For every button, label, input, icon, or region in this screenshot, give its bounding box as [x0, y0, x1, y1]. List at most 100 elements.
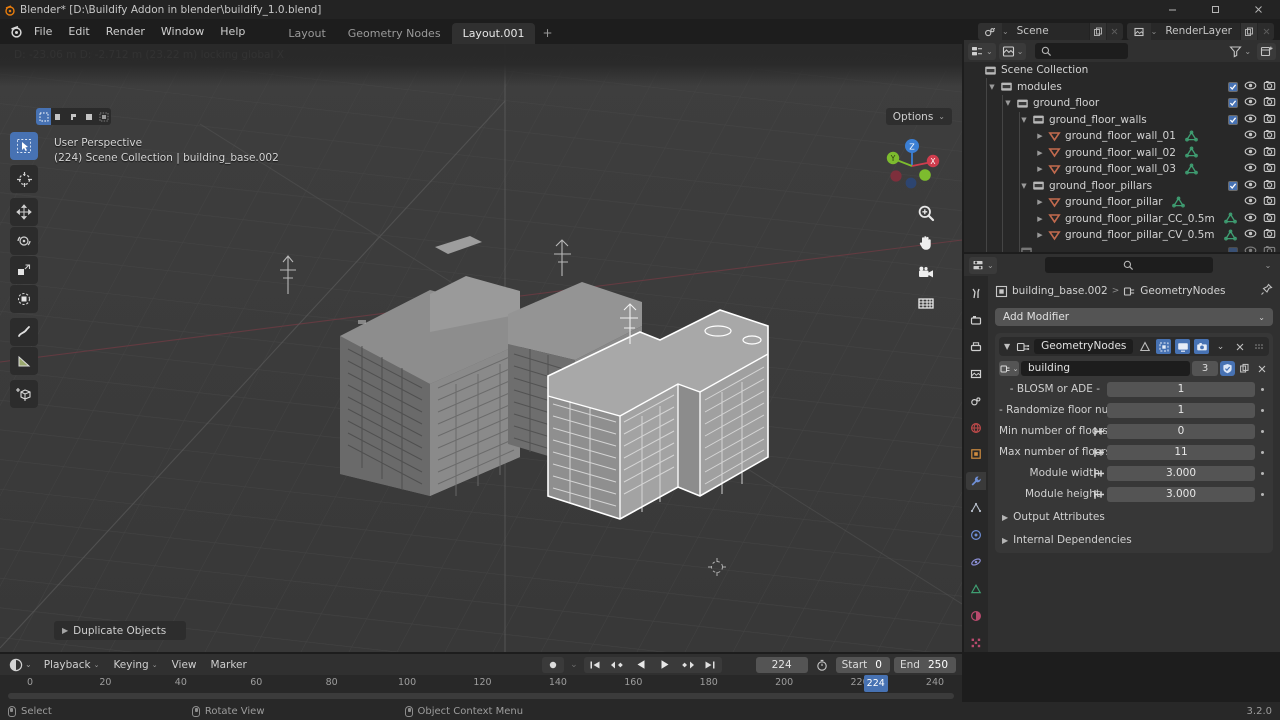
mesh-data-icon[interactable]	[1184, 146, 1200, 159]
modifier-section[interactable]: ▶ Internal Dependencies	[999, 531, 1269, 549]
maximize-button[interactable]	[1194, 0, 1237, 19]
modifier-tab[interactable]	[966, 472, 986, 491]
modifier-extras-dropdown[interactable]: ⌄	[1213, 339, 1228, 354]
annotate-tool[interactable]	[10, 318, 38, 346]
outliner-display-mode-dropdown[interactable]: ⌄	[968, 42, 996, 60]
disclosure-triangle[interactable]: ▼	[1002, 99, 1014, 107]
disable-in-renders-icon[interactable]	[1263, 79, 1276, 95]
tweak-select-icon[interactable]	[36, 108, 51, 125]
outliner-row[interactable]: ▼ ground_floor_pillars	[964, 178, 1280, 195]
hide-in-viewport-icon[interactable]	[1244, 244, 1257, 252]
edit-mode-display-toggle[interactable]	[1137, 339, 1152, 354]
timeline-editor[interactable]: ⌄ Playback ⌄ Keying ⌄ View Marker ⌄ 224 …	[0, 654, 962, 702]
disable-in-renders-icon[interactable]	[1263, 161, 1276, 177]
new-viewlayer-button[interactable]	[1240, 23, 1257, 40]
start-frame-field[interactable]: Start 0	[835, 656, 890, 673]
modifier-input-field[interactable]: 1	[1107, 402, 1255, 418]
animate-property-button[interactable]	[1255, 408, 1269, 412]
particles-tab[interactable]	[966, 499, 986, 517]
add-modifier-button[interactable]: Add Modifier ⌄	[995, 308, 1273, 326]
outliner-row-label[interactable]: ground_floor_wall_02	[1062, 147, 1176, 159]
modifier-header[interactable]: ▼ GeometryNodes ⌄	[999, 337, 1269, 356]
lasso-select-icon[interactable]	[66, 108, 81, 125]
modifier-input-field[interactable]: 11	[1094, 444, 1255, 460]
mesh-data-icon[interactable]	[1171, 196, 1187, 209]
properties-options-chevron[interactable]: ⌄	[1261, 261, 1275, 270]
workspace-tab-geometry-nodes[interactable]: Geometry Nodes	[337, 23, 452, 44]
outliner-row-label[interactable]: ground_floor_pillar_CC_0.5m	[1062, 213, 1215, 225]
remove-viewlayer-button[interactable]	[1257, 23, 1274, 40]
animate-property-button[interactable]	[1255, 450, 1269, 454]
object-data-tab[interactable]	[966, 580, 986, 598]
end-frame-field[interactable]: End 250	[893, 656, 956, 673]
scene-datablock[interactable]: ⌄ Scene	[977, 23, 1123, 40]
auto-keyframe-toggle[interactable]	[542, 656, 565, 673]
on-cage-toggle[interactable]	[1156, 339, 1171, 354]
animate-property-button[interactable]	[1255, 492, 1269, 496]
timeline-editor-type-button[interactable]: ⌄	[6, 656, 35, 673]
node-group-name-field[interactable]: building	[1021, 361, 1190, 376]
disable-in-renders-icon[interactable]	[1263, 95, 1276, 111]
animate-property-button[interactable]	[1255, 429, 1269, 433]
outliner-search-input[interactable]	[1035, 43, 1128, 59]
jump-prev-keyframe-icon[interactable]	[607, 657, 630, 673]
current-frame-field[interactable]: 224	[755, 656, 808, 673]
workspace-tab-layout[interactable]: Layout	[277, 23, 336, 44]
tool-tab[interactable]	[966, 284, 986, 302]
modifier-input-field[interactable]: 3.000	[1094, 465, 1255, 481]
object-tab[interactable]	[966, 446, 986, 464]
minimize-button[interactable]	[1151, 0, 1194, 19]
hide-in-viewport-icon[interactable]	[1244, 112, 1257, 128]
disclosure-triangle[interactable]: ▶	[1034, 149, 1046, 157]
view-layer-tab[interactable]	[966, 365, 986, 383]
hide-in-viewport-icon[interactable]	[1244, 161, 1257, 177]
modifier-section[interactable]: ▶ Output Attributes	[999, 508, 1269, 526]
render-display-toggle[interactable]	[1194, 339, 1209, 354]
animate-property-button[interactable]	[1255, 471, 1269, 475]
outliner-row-label[interactable]: ground_floor_walls	[1046, 114, 1147, 126]
node-group-users-count[interactable]: 3	[1192, 361, 1218, 376]
jump-to-end-icon[interactable]	[699, 657, 722, 673]
material-tab[interactable]	[966, 607, 986, 625]
scale-tool[interactable]	[10, 256, 38, 284]
tweak-tool[interactable]	[10, 132, 38, 160]
extend-select-icon[interactable]	[96, 108, 111, 125]
texture-tab[interactable]	[966, 634, 986, 652]
outliner-row[interactable]: ▶ ground_floor_pillar_CV_0.5m	[964, 227, 1280, 244]
outliner-row[interactable]: ▶ ground_floor_wall_01	[964, 128, 1280, 145]
disclosure-triangle[interactable]: ▶	[1034, 231, 1046, 239]
menu-help[interactable]: Help	[212, 23, 253, 41]
outliner-row-label[interactable]: modules	[1014, 81, 1062, 93]
box-select-icon[interactable]	[51, 108, 66, 125]
unlink-scene-button[interactable]	[1105, 23, 1123, 40]
outliner-row-label[interactable]: ground_floor	[1030, 97, 1099, 109]
modifier-name-field[interactable]: GeometryNodes	[1034, 339, 1133, 354]
viewlayer-datablock[interactable]: ⌄ RenderLayer	[1126, 23, 1274, 40]
disclosure-triangle[interactable]: ▼	[1018, 116, 1030, 124]
3d-viewport[interactable]: D: -23.06 m D: -2.712 m (23.22 m) lockin…	[0, 44, 962, 652]
hide-in-viewport-icon[interactable]	[1244, 79, 1257, 95]
disable-in-renders-icon[interactable]	[1263, 211, 1276, 227]
transform-tool[interactable]	[10, 285, 38, 313]
new-collection-button[interactable]	[1257, 42, 1277, 60]
menu-edit[interactable]: Edit	[60, 23, 97, 41]
node-group-browse-button[interactable]: ⌄	[999, 361, 1019, 376]
properties-editor[interactable]: ⌄ ⌄ building_base.002 > GeometryNodes Ad…	[964, 254, 1280, 652]
jump-to-start-icon[interactable]	[584, 657, 607, 673]
navigation-gizmo[interactable]: Z Y X	[880, 132, 944, 196]
world-tab[interactable]	[966, 419, 986, 437]
disable-in-renders-icon[interactable]	[1263, 194, 1276, 210]
disclosure-triangle[interactable]: ▶	[1034, 198, 1046, 206]
play-reverse-icon[interactable]	[630, 657, 653, 673]
outliner-row-label[interactable]: ground_floor_wall_01	[1062, 130, 1176, 142]
disclosure-triangle[interactable]: ▶	[1034, 215, 1046, 223]
exclude-collection-checkbox[interactable]	[1228, 98, 1238, 109]
physics-tab[interactable]	[966, 526, 986, 544]
timeline-menu-marker[interactable]: Marker	[206, 659, 252, 671]
properties-editor-type-button[interactable]: ⌄	[969, 256, 997, 274]
disable-in-renders-icon[interactable]	[1263, 112, 1276, 128]
menu-file[interactable]: File	[26, 23, 60, 41]
disclosure-triangle[interactable]: ▶	[1034, 132, 1046, 140]
outliner-row[interactable]: ▶ ground_floor_wall_03	[964, 161, 1280, 178]
measure-tool[interactable]	[10, 347, 38, 375]
